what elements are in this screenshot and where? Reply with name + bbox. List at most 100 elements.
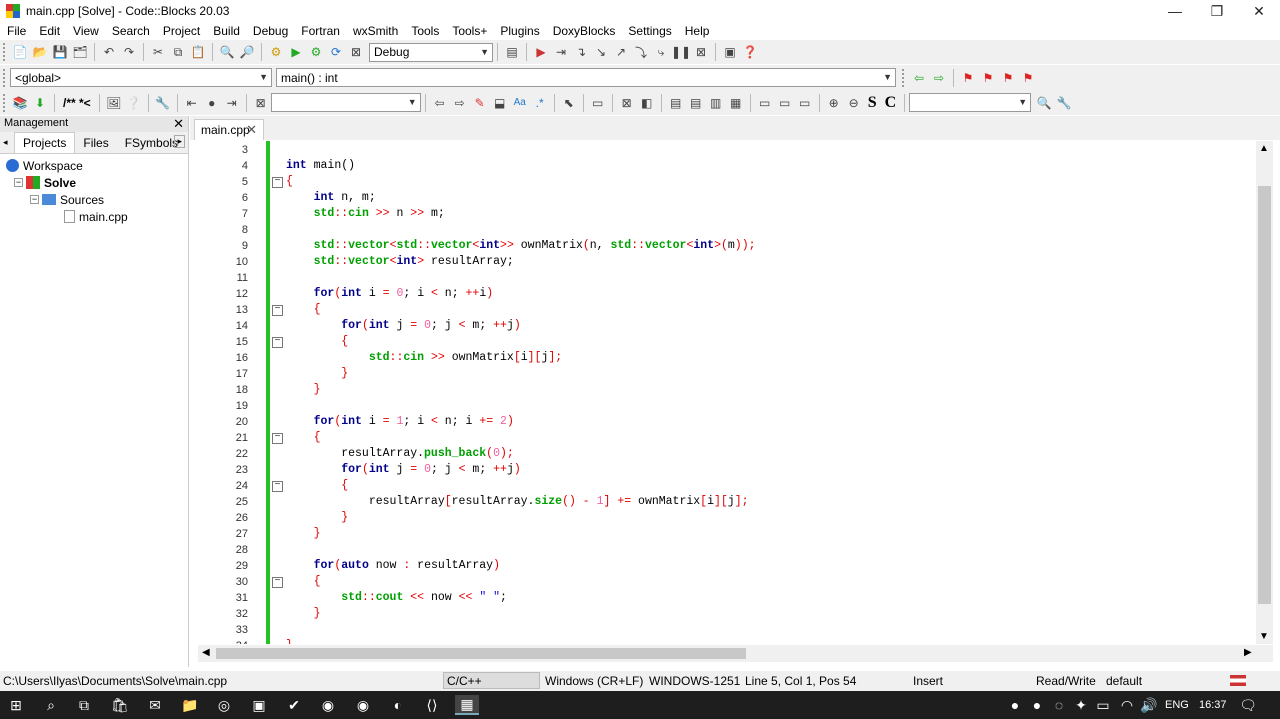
tray-app-icon[interactable]: ● (1005, 695, 1025, 715)
toolbar-grip[interactable] (3, 93, 7, 112)
regex-icon[interactable]: .* (531, 94, 549, 112)
wifi-icon[interactable]: ◠ (1117, 695, 1137, 715)
todo-check-icon[interactable]: ✔ (284, 695, 304, 715)
explorer-folder-icon[interactable]: 📁 (180, 695, 200, 715)
tray-app3-icon[interactable]: ◌ (1049, 695, 1069, 715)
menu-help[interactable]: Help (678, 24, 716, 38)
code-line[interactable]: 8 (198, 222, 1256, 238)
box-x-icon[interactable]: ⊠ (618, 94, 636, 112)
menu-tools[interactable]: Tools (404, 24, 445, 38)
tree-item-main-cpp[interactable]: main.cpp (6, 208, 182, 225)
search-settings-icon[interactable]: 🔧 (1055, 94, 1073, 112)
store-icon[interactable]: 🛍 (110, 695, 130, 715)
scroll-down-icon[interactable]: ▼ (1259, 631, 1269, 642)
code-line[interactable]: 32 } (198, 606, 1256, 622)
run-icon[interactable]: ▶ (287, 43, 305, 61)
tab-main-cpp[interactable]: main.cpp ✕ (194, 119, 264, 140)
doxy-chm-icon[interactable]: ❔ (125, 94, 143, 112)
close-icon[interactable]: ✕ (173, 116, 184, 132)
arrow-left-icon[interactable]: ⇦ (431, 94, 449, 112)
save-icon[interactable]: 💾 (51, 43, 69, 61)
build-and-run-icon[interactable]: ⚙ (307, 43, 325, 61)
pause-icon[interactable]: ❚❚ (671, 43, 691, 61)
scroll-right-icon[interactable]: ▶ (1244, 647, 1252, 658)
code-line[interactable]: 9 std::vector<std::vector<int>> ownMatri… (198, 238, 1256, 254)
code-line[interactable]: 18 } (198, 382, 1256, 398)
step-into-icon[interactable]: ↘ (592, 43, 610, 61)
highlight-icon[interactable]: ✎ (471, 94, 489, 112)
tree-item-sources[interactable]: − Sources (6, 191, 182, 208)
menu-search[interactable]: Search (105, 24, 156, 38)
redo-icon[interactable]: ↷ (120, 43, 138, 61)
code-line[interactable]: 7 std::cin >> n >> m; (198, 206, 1256, 222)
function-select[interactable]: main() : int ▼ (276, 68, 896, 87)
fold-marker-icon[interactable]: − (272, 305, 283, 316)
vertical-scroll-thumb[interactable] (1258, 186, 1271, 604)
code-line[interactable]: 14 for(int j = 0; j < m; ++j) (198, 318, 1256, 334)
menu-project[interactable]: Project (156, 24, 206, 38)
code-line[interactable]: 10 std::vector<int> resultArray; (198, 254, 1256, 270)
record-icon[interactable]: ◉ (353, 695, 373, 715)
media-player-icon[interactable]: ◎ (214, 695, 234, 715)
tab-files[interactable]: Files (75, 133, 116, 153)
code-line[interactable]: 6 int n, m; (198, 190, 1256, 206)
frame-c-icon[interactable]: ▭ (796, 94, 814, 112)
menu-toolsplus[interactable]: Tools+ (445, 24, 493, 38)
code-line[interactable]: 21 − { (198, 430, 1256, 446)
comment-block-button[interactable]: /** *< (63, 96, 91, 110)
cut-icon[interactable]: ✂ (149, 43, 167, 61)
scroll-left-icon[interactable]: ◀ (202, 647, 210, 658)
code-line[interactable]: 25 resultArray[resultArray.size() - 1] +… (198, 494, 1256, 510)
replace-icon[interactable]: 🔎 (238, 43, 256, 61)
c-button[interactable]: C (885, 94, 897, 112)
edge-icon[interactable]: ◐ (388, 695, 408, 715)
menu-plugins[interactable]: Plugins (493, 24, 545, 38)
next-icon[interactable]: ⇥ (223, 94, 241, 112)
chrome-icon[interactable]: ◉ (318, 695, 338, 715)
paste-icon[interactable]: 📋 (189, 43, 207, 61)
search-combo[interactable]: ▼ (909, 93, 1032, 112)
code-line[interactable]: 3 (198, 142, 1256, 158)
scope-select[interactable]: <global> ▼ (10, 68, 272, 87)
battery-icon[interactable]: ▭ (1093, 695, 1113, 715)
code-line[interactable]: 23 for(int j = 0; j < m; ++j) (198, 462, 1256, 478)
notifications-icon[interactable]: 🗨 (1238, 695, 1258, 715)
code-line[interactable]: 34} (198, 638, 1256, 644)
layout-c-icon[interactable]: ▥ (707, 94, 725, 112)
menu-doxyblocks[interactable]: DoxyBlocks (546, 24, 622, 38)
layout-b-icon[interactable]: ▤ (687, 94, 705, 112)
code-line[interactable]: 29 for(auto now : resultArray) (198, 558, 1256, 574)
code-line[interactable]: 27 } (198, 526, 1256, 542)
collapse-icon[interactable]: − (14, 178, 23, 187)
layout-d-icon[interactable]: ▦ (727, 94, 745, 112)
show-targets-icon[interactable]: ▤ (503, 43, 521, 61)
undo-icon[interactable]: ↶ (100, 43, 118, 61)
zoom-out-icon[interactable]: ⊖ (845, 94, 863, 112)
match-case-icon[interactable]: Aa (511, 94, 529, 112)
horizontal-scrollbar[interactable]: ◀ ▶ (198, 645, 1273, 662)
layout-a-icon[interactable]: ▤ (667, 94, 685, 112)
menu-edit[interactable]: Edit (32, 24, 66, 38)
step-into-instruction-icon[interactable]: ⤷ (652, 43, 670, 61)
code-line[interactable]: 17 } (198, 366, 1256, 382)
frame-a-icon[interactable]: ▭ (756, 94, 774, 112)
previous-icon[interactable]: ⇤ (183, 94, 201, 112)
clear-bookmarks-icon[interactable]: ⚑ (1019, 69, 1037, 87)
doxy-config-icon[interactable]: 📚 (11, 94, 29, 112)
input-language[interactable]: ENG (1165, 699, 1189, 711)
wrench-icon[interactable]: 🔧 (154, 94, 172, 112)
code-line[interactable]: 24 − { (198, 478, 1256, 494)
box-half-icon[interactable]: ◧ (638, 94, 656, 112)
debug-info-icon[interactable]: ❓ (741, 43, 759, 61)
restore-button[interactable]: ❐ (1196, 0, 1238, 22)
tab-scroll-left-icon[interactable]: ◂ (3, 137, 8, 148)
next-instruction-icon[interactable]: ⤵ (632, 43, 650, 61)
volume-icon[interactable]: 🔊 (1139, 695, 1159, 715)
toolbar-grip[interactable] (3, 43, 7, 61)
code-line[interactable]: 19 (198, 398, 1256, 414)
horizontal-scroll-thumb[interactable] (216, 648, 746, 659)
code-line[interactable]: 11 (198, 270, 1256, 286)
code-line[interactable]: 12 for(int i = 0; i < n; ++i) (198, 286, 1256, 302)
open-folder-icon[interactable]: 📂 (31, 43, 49, 61)
start-windows-icon[interactable]: ⊞ (6, 695, 26, 715)
